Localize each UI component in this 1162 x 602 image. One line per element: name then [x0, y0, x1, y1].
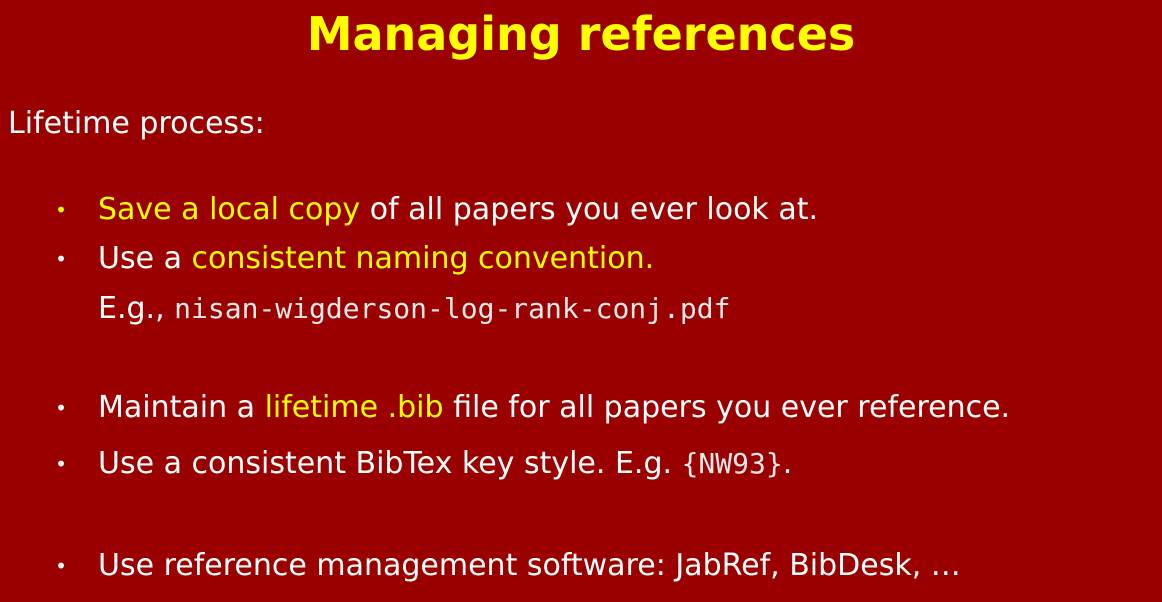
- bullet-dot: •: [55, 554, 67, 578]
- bullet-text: Use a consistent naming convention.: [98, 239, 654, 279]
- slide: Managing references Lifetime process: • …: [0, 0, 1162, 602]
- bullet-dot: •: [55, 247, 67, 271]
- body-text: Use a consistent BibTex key style. E.g.: [98, 446, 682, 481]
- bullet-text: Use reference management software: JabRe…: [98, 548, 961, 583]
- body-text: Use a: [98, 241, 192, 276]
- example-label: E.g.,: [98, 291, 175, 326]
- highlight-text: lifetime .bib: [264, 390, 444, 425]
- bullet-text: Maintain a lifetime .bib file for all pa…: [98, 388, 1010, 428]
- highlight-text: Save a local copy: [98, 192, 361, 227]
- bullet-dot: •: [55, 396, 67, 420]
- body-text: .: [782, 446, 793, 481]
- bibtex-key-example: {NW93}: [681, 447, 783, 480]
- body-text: of all papers you ever look at.: [360, 192, 819, 227]
- bullet-text: Use a consistent BibTex key style. E.g. …: [98, 444, 792, 484]
- body-text: file for all papers you ever reference.: [443, 390, 1011, 425]
- bullet-dot: •: [55, 452, 67, 476]
- slide-title: Managing references: [306, 7, 856, 61]
- highlight-text: consistent naming convention.: [191, 241, 655, 276]
- example-line: E.g., nisan-wigderson-log-rank-conj.pdf: [98, 289, 730, 329]
- bullet-text: Save a local copy of all papers you ever…: [98, 190, 818, 230]
- intro-text: Lifetime process:: [8, 106, 265, 141]
- example-filename: nisan-wigderson-log-rank-conj.pdf: [174, 292, 731, 325]
- bullet-dot: •: [55, 198, 67, 222]
- body-text: Maintain a: [98, 390, 265, 425]
